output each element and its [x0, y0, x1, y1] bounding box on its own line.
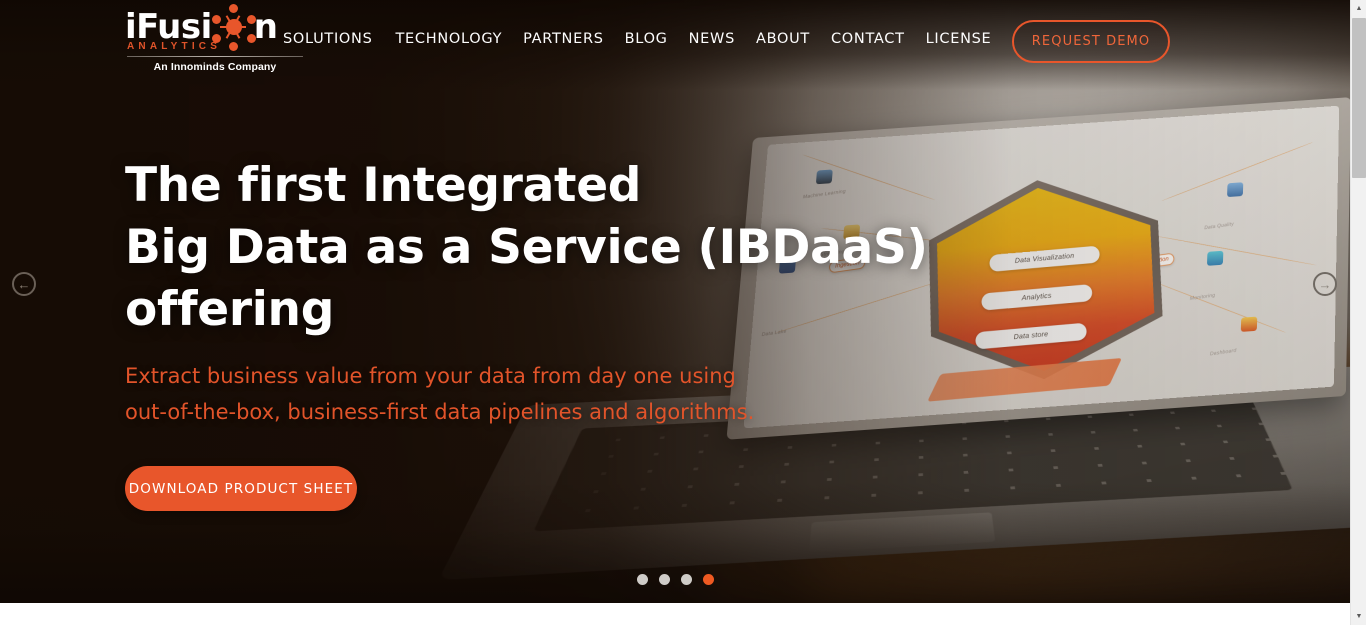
browser-viewport: MacBook Air Machine Learning Streaming	[0, 0, 1350, 625]
download-product-sheet-button[interactable]: DOWNLOAD PRODUCT SHEET	[125, 466, 357, 511]
hero-headline-line2: Big Data as a Service (IBDaaS) offering	[125, 220, 928, 337]
main-navigation: SOLUTIONS TECHNOLOGY PARTNERS BLOG NEWS …	[283, 31, 1012, 47]
nav-item-blog[interactable]: BLOG	[625, 31, 689, 47]
site-logo[interactable]: iFusi n ANALYTICS An Innominds Company	[125, 4, 305, 73]
molecule-node	[247, 15, 256, 24]
nav-item-news[interactable]: NEWS	[689, 31, 756, 47]
molecule-node	[229, 4, 238, 13]
nav-item-about[interactable]: ABOUT	[756, 31, 831, 47]
hero-headline-line1: The first Integrated	[125, 158, 642, 213]
molecule-core	[226, 19, 242, 35]
nav-item-contact[interactable]: CONTACT	[831, 31, 926, 47]
carousel-dot-3[interactable]	[680, 574, 692, 585]
hero-subheadline-line2: out-of-the-box, business-first data pipe…	[125, 400, 755, 424]
carousel-dot-1[interactable]	[636, 574, 648, 585]
nav-item-partners[interactable]: PARTNERS	[523, 31, 625, 47]
nav-item-technology[interactable]: TECHNOLOGY	[395, 31, 523, 47]
logo-company-tagline: An Innominds Company	[153, 61, 277, 73]
logo-analytics-text: ANALYTICS	[127, 41, 222, 52]
hero-subheadline-line1: Extract business value from your data fr…	[125, 364, 736, 388]
carousel-prev-arrow-icon[interactable]: ←	[12, 272, 36, 296]
scrollbar-down-arrow-icon[interactable]: ▼	[1351, 608, 1366, 625]
carousel-dot-2[interactable]	[658, 574, 670, 585]
hero-content: The first Integrated Big Data as a Servi…	[125, 155, 1025, 511]
hero-carousel-slide: MacBook Air Machine Learning Streaming	[0, 0, 1350, 603]
request-demo-button[interactable]: REQUEST DEMO	[1012, 20, 1170, 63]
carousel-pagination	[0, 574, 1350, 585]
scrollbar-thumb[interactable]	[1352, 18, 1366, 178]
vertical-scrollbar[interactable]: ▲ ▼	[1350, 0, 1366, 625]
site-header: iFusi n ANALYTICS An Innominds Company S…	[0, 0, 1350, 82]
molecule-node	[229, 42, 238, 51]
logo-word-suffix: n	[253, 7, 278, 47]
carousel-dot-4[interactable]	[702, 574, 714, 585]
scrollbar-up-arrow-icon[interactable]: ▲	[1351, 0, 1366, 17]
logo-wordmark: iFusi n ANALYTICS	[125, 4, 305, 52]
page-content-below-hero	[0, 603, 1350, 625]
molecule-node	[212, 15, 221, 24]
nav-item-solutions[interactable]: SOLUTIONS	[283, 31, 395, 47]
molecule-node	[247, 34, 256, 43]
nav-item-license[interactable]: LICENSE	[926, 31, 1013, 47]
logo-divider	[127, 56, 303, 57]
carousel-next-arrow-icon[interactable]: →	[1313, 272, 1337, 296]
